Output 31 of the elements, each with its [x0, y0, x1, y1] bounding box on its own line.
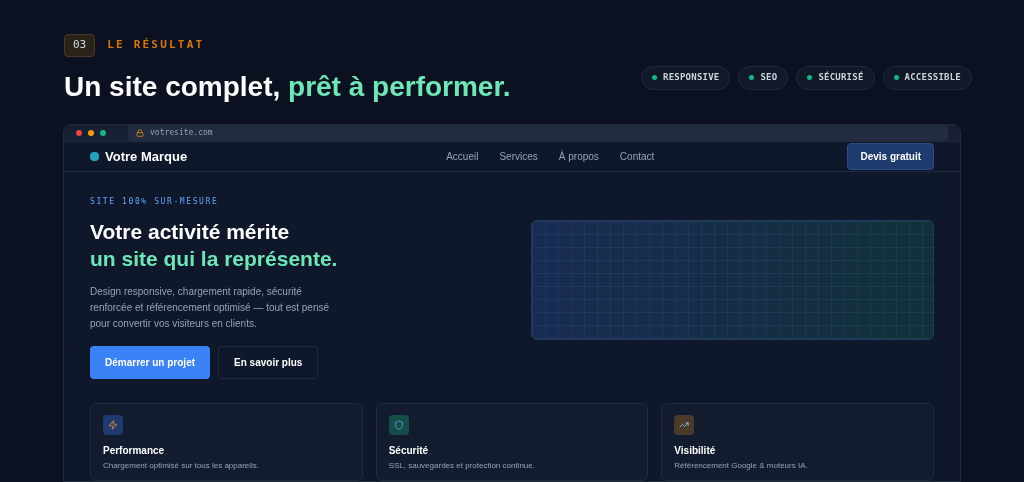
- feature-description: Référencement Google & moteurs IA.: [674, 460, 809, 472]
- feature-title: Visibilité: [674, 444, 717, 458]
- tag-label: ACCESSIBLE: [904, 71, 961, 84]
- url-text: votresite.com: [150, 126, 213, 139]
- brand-name[interactable]: Votre Marque: [105, 146, 188, 167]
- tag-label: RESPONSIVE: [663, 71, 720, 84]
- tag-label: SEO: [760, 71, 778, 84]
- shield-icon: [388, 415, 409, 435]
- quote-button[interactable]: Devis gratuit: [847, 142, 934, 170]
- hero-title: Votre activité mérite un site qui la représente.: [90, 219, 339, 272]
- lightning-icon: [103, 415, 123, 435]
- nav-link[interactable]: Contact: [619, 148, 655, 164]
- tag-label: SÉCURISÉ: [818, 71, 864, 84]
- hero-description: Design responsive, chargement rapide, sécurité renforcée et référencement optimisé — tout est pensé pour convertir vos visiteurs en clients.: [90, 285, 330, 331]
- feature-description: SSL, sauvegardes et protection continue.: [388, 460, 536, 472]
- address-bar[interactable]: votresite.com: [128, 124, 948, 141]
- section-eyebrow: LE RÉSULTAT: [107, 37, 205, 53]
- hero-eyebrow: SITE 100% SUR-MESURE: [90, 196, 220, 208]
- nav-link[interactable]: Accueil: [446, 148, 479, 164]
- learn-more-button[interactable]: En savoir plus: [218, 346, 319, 379]
- feature-description: Chargement optimisé sur tous les appareils.: [103, 460, 261, 472]
- chart-icon: [674, 415, 695, 435]
- brand-logo-icon: [90, 151, 99, 161]
- section-number: 03: [64, 34, 96, 57]
- nav-link[interactable]: À propos: [558, 148, 599, 164]
- lock-icon: [136, 128, 144, 137]
- feature-title: Performance: [103, 444, 166, 458]
- nav-link[interactable]: Services: [499, 148, 538, 164]
- feature-title: Sécurité: [388, 444, 430, 458]
- start-project-button[interactable]: Démarrer un projet: [90, 346, 211, 379]
- section-title: Un site complet, prêt à performer.: [64, 69, 511, 104]
